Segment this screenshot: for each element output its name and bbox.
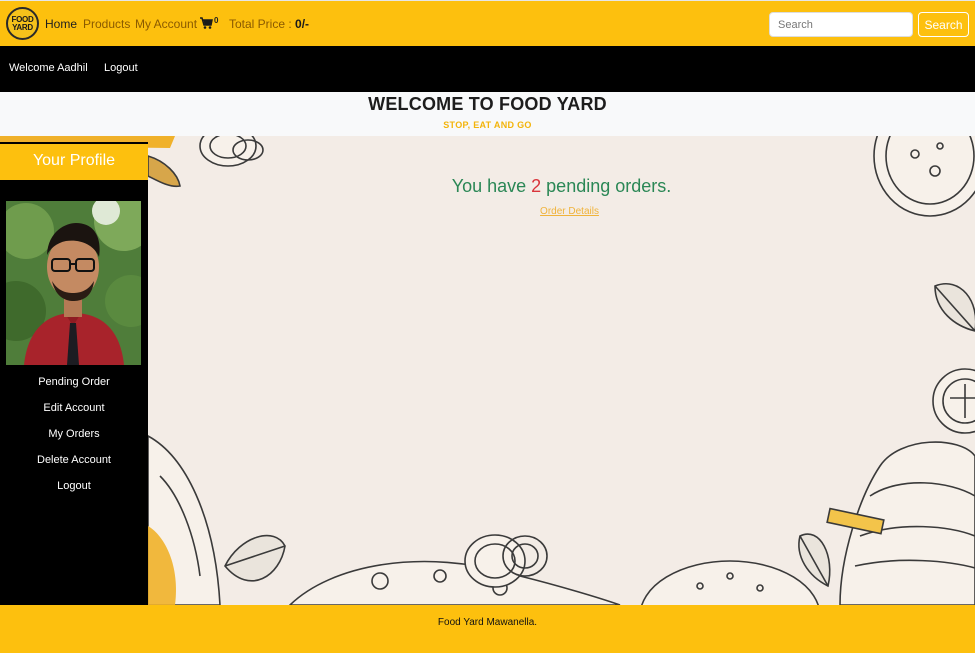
order-details-link[interactable]: Order Details (148, 206, 975, 217)
total-price-label: Total Price : (229, 17, 296, 31)
pending-count: 2 (531, 176, 542, 196)
sidebar-item-delete-account[interactable]: Delete Account (0, 454, 148, 466)
pending-suffix: pending orders. (541, 176, 672, 196)
sidebar-item-pending-order[interactable]: Pending Order (0, 376, 148, 388)
footer-text: Food Yard Mawanella. (437, 617, 538, 628)
welcome-user-text: Welcome Aadhil (9, 62, 88, 74)
profile-heading: Your Profile (0, 144, 148, 180)
search-input[interactable] (769, 12, 913, 37)
shopping-cart-icon[interactable] (199, 16, 213, 30)
pending-orders-message: You have 2 pending orders. (148, 176, 975, 197)
top-navbar: FOOD YARD Home Products My Account 0 Tot… (0, 0, 975, 46)
total-price-value: 0/- (295, 17, 310, 31)
pending-prefix: You have (451, 176, 532, 196)
nav-my-account-link[interactable]: My Account (135, 17, 197, 31)
nav-home-link[interactable]: Home (45, 17, 77, 31)
page-title: WELCOME TO FOOD YARD (368, 94, 607, 114)
total-price: Total Price : 0/- (229, 17, 309, 31)
nav-products-link[interactable]: Products (83, 17, 130, 31)
page-footer: Food Yard Mawanella. (0, 605, 975, 653)
search-button[interactable]: Search (918, 12, 969, 37)
page-tagline: STOP, EAT AND GO (443, 120, 532, 130)
top-logout-link[interactable]: Logout (104, 62, 138, 74)
sidebar-item-edit-account[interactable]: Edit Account (0, 402, 148, 414)
profile-photo (6, 201, 141, 365)
cart-count-badge: 0 (214, 16, 219, 25)
user-bar: Welcome Aadhil Logout (0, 46, 975, 92)
food-yard-logo[interactable]: FOOD YARD (6, 7, 39, 40)
profile-sidebar: Your Profile Pending Order Edit Account … (0, 142, 148, 605)
sidebar-item-logout[interactable]: Logout (0, 480, 148, 492)
welcome-header: WELCOME TO FOOD YARD STOP, EAT AND GO (0, 92, 975, 136)
sidebar-item-my-orders[interactable]: My Orders (0, 428, 148, 440)
